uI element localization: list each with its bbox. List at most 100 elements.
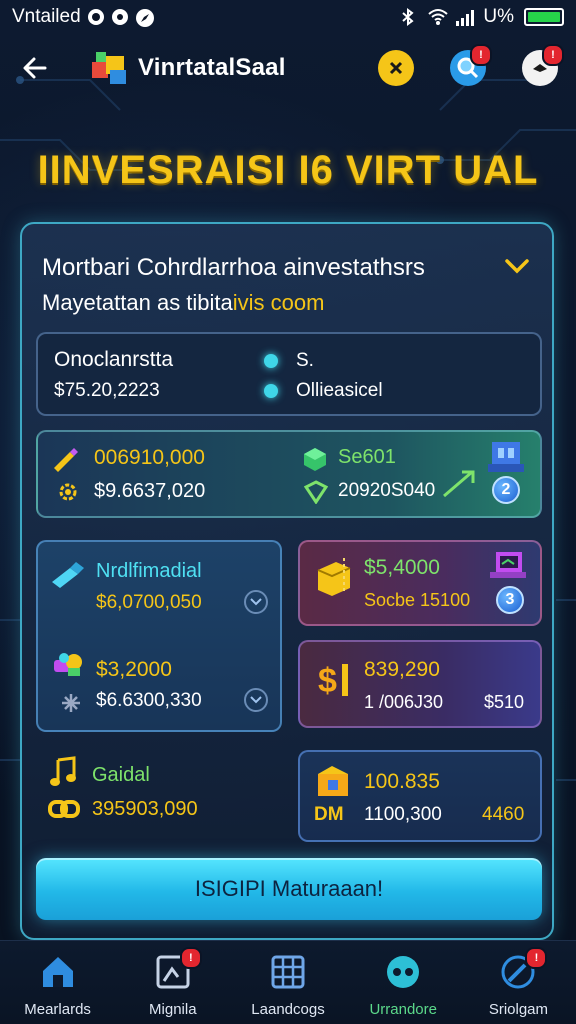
portfolio-value-right: 20920S040 xyxy=(338,480,436,501)
rank-badge: 2 xyxy=(492,476,520,504)
status-carrier-text: Vntailed xyxy=(12,6,81,27)
expand-button[interactable] xyxy=(244,688,268,712)
app-bar-actions: ! ! xyxy=(378,44,564,86)
wifi-icon xyxy=(427,8,449,26)
status-dot-icon xyxy=(264,384,278,398)
shield-icon xyxy=(303,480,329,509)
page-headline: IINVESRAISI I6 VIRT UAL xyxy=(37,148,539,192)
chevron-down-icon xyxy=(250,598,262,606)
right-card-3-subvalue: 1100,300 xyxy=(364,804,442,825)
nav-item-explore[interactable]: Urrandore xyxy=(346,941,461,1024)
signal-icon xyxy=(455,8,475,26)
app-title: VinrtatalSaal xyxy=(138,54,286,81)
right-card-3-value: 100.835 xyxy=(364,770,440,793)
portfolio-value-secondary: $9.6637,020 xyxy=(94,480,206,502)
globe-icon xyxy=(387,956,420,988)
settings-nav-icon-wrap: ! xyxy=(499,947,548,991)
coins-button[interactable] xyxy=(378,50,414,86)
status-right: U% xyxy=(399,6,564,28)
chevron-down-icon xyxy=(250,696,262,704)
right-card-2-value: 839,290 xyxy=(364,658,440,681)
bluetooth-icon xyxy=(399,8,417,26)
search-button[interactable]: ! xyxy=(450,44,492,86)
pencil-icon xyxy=(50,444,80,479)
summary-card[interactable]: Onoclanrstta $75.20,2223 S. Ollieasicel xyxy=(36,332,542,416)
status-bar: Vntailed U% xyxy=(0,0,576,34)
compass-icon xyxy=(135,8,154,27)
right-card-1-value: $5,4000 xyxy=(364,556,440,579)
asset-value-3: $6.6300,330 xyxy=(96,690,202,711)
app-bar: VinrtatalSaal ! ! xyxy=(0,38,576,98)
panel-subtitle-text: Mayetattan as tibita xyxy=(42,290,233,315)
bottom-navigation: Mearlards ! Mignila Laandcogs Urrandore … xyxy=(0,940,576,1024)
right-card-3-prefix: DM xyxy=(314,804,344,825)
summary-right-status: Ollieasicel xyxy=(296,380,383,401)
laptop-icon xyxy=(488,550,528,587)
coin-icon xyxy=(389,61,403,75)
nav-label: Sriolgam xyxy=(488,1001,548,1018)
right-card-1-subvalue: Socbe 15100 xyxy=(364,590,471,610)
right-card-3-amount: 4460 xyxy=(482,804,525,825)
battery-percent-text: U% xyxy=(483,6,514,27)
profile-button[interactable]: ! xyxy=(522,44,564,86)
summary-right-label: S. xyxy=(296,350,314,371)
music-note-icon xyxy=(48,756,78,793)
portfolio-value-primary: 006910,000 xyxy=(94,446,205,469)
svg-text:$: $ xyxy=(318,662,337,700)
gear-icon xyxy=(56,480,80,509)
sparkle-icon xyxy=(60,692,82,719)
panel-title: Mortbari Cohrdlarrhoa ainvestathsrs xyxy=(42,254,425,281)
nav-label: Urrandore xyxy=(369,1001,437,1018)
asset-card-left[interactable]: Nrdlfimadial $6,0700,050 $3,2000 $6.6300… xyxy=(36,540,282,732)
gold-label: Gaidal xyxy=(92,764,150,786)
asset-value-1: $6,0700,050 xyxy=(96,592,202,613)
status-left: Vntailed xyxy=(12,6,154,28)
investment-panel: Mortbari Cohrdlarrhoa ainvestathsrs Maye… xyxy=(20,222,554,940)
settings-badge: ! xyxy=(525,947,548,969)
profile-badge: ! xyxy=(542,44,564,66)
asset-value-2: $3,2000 xyxy=(96,658,172,681)
portfolio-card[interactable]: 006910,000 $9.6637,020 Se601 20920S040 2 xyxy=(36,430,542,518)
summary-value: $75.20,2223 xyxy=(54,380,160,401)
battery-icon xyxy=(524,8,564,26)
asset-title: Nrdlfimadial xyxy=(96,560,202,582)
screen: Vntailed U% VinrtatalSaal ! ! IINVESRAIS… xyxy=(0,0,576,1024)
search-badge: ! xyxy=(470,44,492,66)
asset-card-right-2[interactable]: $ 839,290 1 /006J30 $510 xyxy=(298,640,542,728)
nav-label: Mearlards xyxy=(24,1001,91,1018)
dollar-icon: $ xyxy=(314,658,354,707)
asset-card-right-3[interactable]: 100.835 DM 1100,300 4460 xyxy=(298,750,542,842)
treasure-icon xyxy=(314,764,354,805)
chain-icon xyxy=(48,794,80,829)
nav-item-calendar[interactable]: Laandcogs xyxy=(230,941,345,1024)
rank-badge: 3 xyxy=(496,586,524,614)
right-card-2-amount: $510 xyxy=(484,692,525,712)
building-icon xyxy=(486,440,526,479)
panel-subtitle-highlight: ivis coom xyxy=(232,290,325,315)
status-dot-icon xyxy=(264,354,278,368)
right-card-2-subvalue: 1 /006J30 xyxy=(364,692,444,712)
app-logo-icon xyxy=(90,48,130,88)
asset-card-right-1[interactable]: $5,4000 Socbe 15100 3 xyxy=(298,540,542,626)
nav-label: Laandcogs xyxy=(251,1001,325,1018)
nav-item-home[interactable]: Mearlards xyxy=(0,941,115,1024)
expand-button[interactable] xyxy=(244,590,268,614)
home-icon xyxy=(42,957,73,987)
portfolio-label-right: Se601 xyxy=(338,446,396,468)
box-icon xyxy=(314,554,354,605)
camera-icon xyxy=(111,8,129,26)
flashlight-icon xyxy=(50,560,86,595)
nav-item-media[interactable]: ! Mignila xyxy=(115,941,230,1024)
nav-label: Mignila xyxy=(149,1001,197,1018)
summary-label: Onoclanrstta xyxy=(54,348,174,371)
chevron-down-icon xyxy=(505,259,529,274)
panel-collapse-button[interactable] xyxy=(504,256,530,276)
media-nav-icon-wrap: ! xyxy=(154,947,202,991)
primary-action-button[interactable]: ISIGIPI Maturaaan! xyxy=(36,858,542,920)
trend-up-icon xyxy=(442,468,478,503)
back-button[interactable] xyxy=(18,51,52,85)
nav-item-settings[interactable]: ! Sriolgam xyxy=(461,941,576,1024)
gold-value: 395903,090 xyxy=(92,798,198,820)
back-arrow-icon xyxy=(23,57,47,79)
notification-icon xyxy=(87,8,105,26)
